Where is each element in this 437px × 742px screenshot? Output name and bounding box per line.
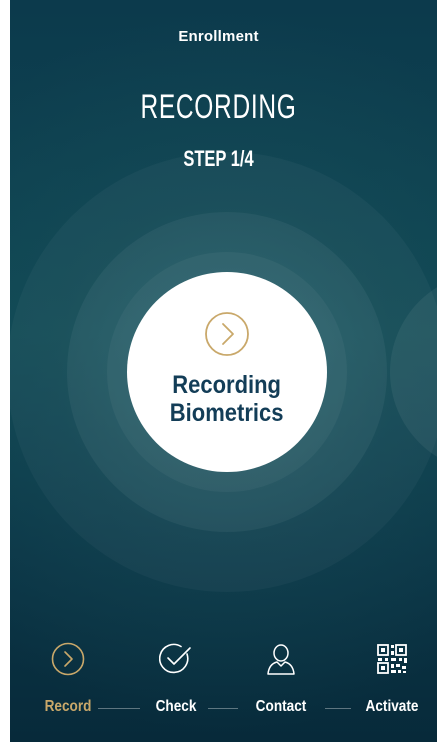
nav-label-activate: Activate: [365, 698, 419, 715]
nav-label-record: Record: [44, 698, 92, 715]
nav-item-record[interactable]: Record: [23, 642, 113, 716]
user-icon: [267, 644, 295, 675]
bottom-step-nav: Record Check Contact Activate: [10, 642, 437, 742]
nav-item-activate[interactable]: Activate: [347, 642, 437, 716]
step-indicator: STEP 1/4: [183, 146, 254, 171]
recording-biometrics-button[interactable]: Recording Biometrics: [127, 272, 327, 472]
nav-label-contact: Contact: [255, 698, 307, 715]
recording-biometrics-label: Recording Biometrics: [170, 371, 284, 427]
header-title: Enrollment: [178, 28, 259, 45]
chevron-right-circle-icon: [205, 312, 249, 356]
enrollment-screen: Enrollment RECORDING STEP 1/4 Recording …: [0, 0, 437, 742]
page-title: RECORDING: [140, 88, 297, 126]
nav-item-check[interactable]: Check: [131, 642, 221, 716]
checkmark-circle-icon: [159, 643, 191, 674]
chevron-right-circle-icon: [51, 642, 85, 676]
nav-label-check: Check: [155, 698, 197, 715]
nav-item-contact[interactable]: Contact: [236, 642, 326, 716]
qr-code-icon: [377, 644, 407, 674]
